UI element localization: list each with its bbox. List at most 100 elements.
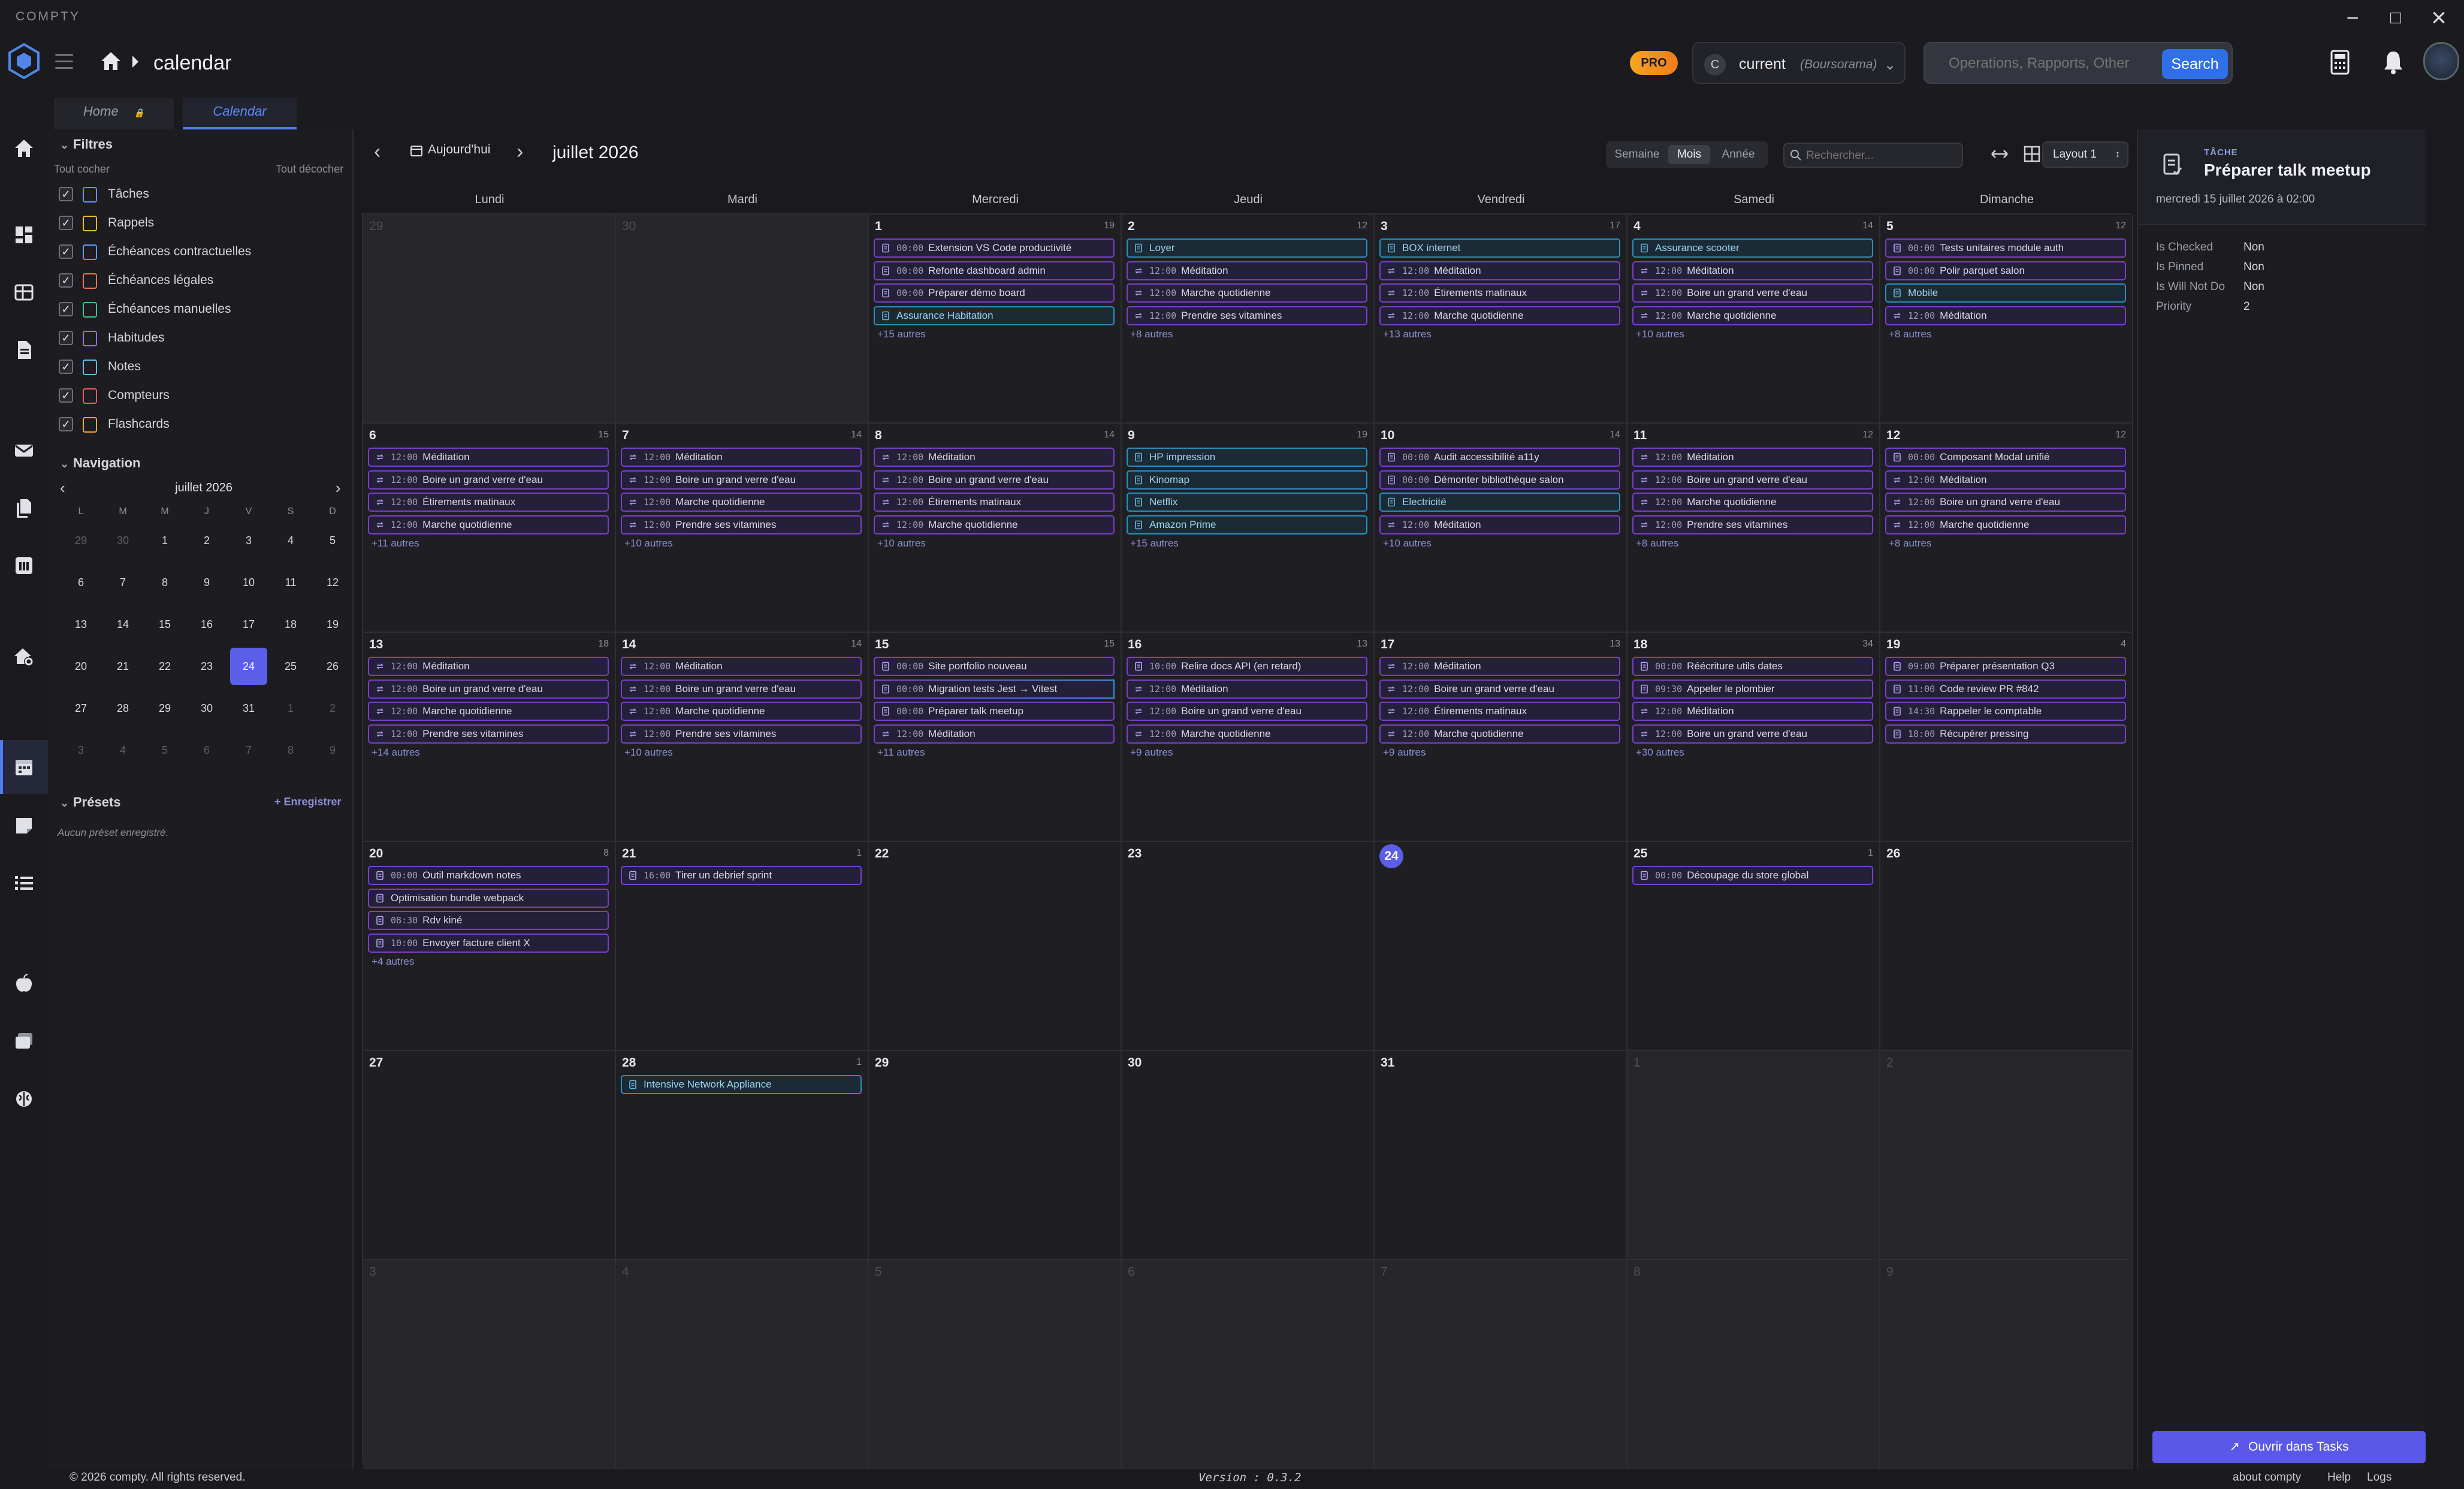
calendar-event[interactable]: 12:00 Marche quotidienne bbox=[368, 702, 609, 721]
day-cell[interactable]: 14 14 12:00 Méditation 12:00 Boire un grand v… bbox=[616, 633, 869, 842]
calendar-event[interactable]: 00:00 Extension VS Code productivité bbox=[874, 238, 1115, 258]
day-cell[interactable]: 7 bbox=[1375, 1260, 1627, 1469]
calendar-event[interactable]: 12:00 Prendre ses vitamines bbox=[1632, 515, 1873, 534]
day-cell[interactable]: 3 17 BOX internet 12:00 Méditation 12:00 Étire… bbox=[1375, 215, 1627, 424]
day-cell[interactable]: 30 bbox=[616, 215, 869, 424]
calendar-event[interactable]: HP impression bbox=[1127, 448, 1367, 467]
day-cell[interactable]: 30 bbox=[1122, 1051, 1375, 1260]
calendar-event[interactable]: 00:00 Outil markdown notes bbox=[368, 866, 609, 885]
more-events-link[interactable]: +10 autres bbox=[624, 747, 673, 759]
day-cell[interactable]: 15 15 00:00 Site portfolio nouveau 00:00 Migr… bbox=[869, 633, 1122, 842]
day-cell[interactable]: 28 1 Intensive Network Appliance bbox=[616, 1051, 869, 1260]
more-events-link[interactable]: +11 autres bbox=[372, 537, 419, 549]
filter-checkbox[interactable]: ✓ bbox=[59, 302, 73, 316]
calendar-event[interactable]: 00:00 Découpage du store global bbox=[1632, 866, 1873, 885]
calendar-event[interactable]: 12:00 Méditation bbox=[1632, 702, 1873, 721]
calendar-event[interactable]: Optimisation bundle webpack bbox=[368, 888, 609, 908]
dashboard-icon[interactable] bbox=[13, 224, 35, 246]
next-month-button[interactable]: › bbox=[517, 140, 523, 164]
calendar-event[interactable]: 12:00 Étirements matinaux bbox=[874, 493, 1115, 512]
calendar-event[interactable]: 12:00 Méditation bbox=[874, 724, 1115, 744]
calendar-event[interactable]: 12:00 Marche quotidienne bbox=[621, 702, 862, 721]
calendar-event[interactable]: Loyer bbox=[1127, 238, 1367, 258]
day-cell[interactable]: 1 19 00:00 Extension VS Code productivité 00… bbox=[869, 215, 1122, 424]
calendar-event[interactable]: 12:00 Méditation bbox=[1632, 448, 1873, 467]
user-avatar[interactable] bbox=[2423, 42, 2459, 80]
day-cell[interactable]: 2 bbox=[1880, 1051, 2133, 1260]
mini-day[interactable]: 12 bbox=[314, 564, 351, 601]
calendar-event[interactable]: 12:00 Méditation bbox=[874, 448, 1115, 467]
mini-day[interactable]: 1 bbox=[146, 522, 183, 559]
calendar-icon[interactable] bbox=[13, 756, 35, 778]
more-events-link[interactable]: +15 autres bbox=[877, 328, 926, 340]
mini-day[interactable]: 3 bbox=[62, 732, 99, 769]
day-cell[interactable]: 3 bbox=[363, 1260, 616, 1469]
mini-day[interactable]: 4 bbox=[104, 732, 141, 769]
mini-day[interactable]: 5 bbox=[314, 522, 351, 559]
more-events-link[interactable]: +4 autres bbox=[372, 956, 414, 968]
calendar-event[interactable]: 12:00 Boire un grand verre d'eau bbox=[621, 470, 862, 490]
brain-icon[interactable] bbox=[13, 1088, 35, 1110]
calendar-event[interactable]: 12:00 Marche quotidienne bbox=[368, 515, 609, 534]
calendar-event[interactable]: 12:00 Méditation bbox=[1127, 679, 1367, 699]
day-cell[interactable]: 16 13 10:00 Relire docs API (en retard) 12:0… bbox=[1122, 633, 1375, 842]
day-cell[interactable]: 29 bbox=[363, 215, 616, 424]
day-cell[interactable]: 20 8 00:00 Outil markdown notes Optimisation… bbox=[363, 842, 616, 1051]
files-icon[interactable] bbox=[13, 497, 35, 519]
open-in-tasks-button[interactable]: ↗ Ouvrir dans Tasks bbox=[2152, 1431, 2426, 1463]
calendar-event[interactable]: 00:00 Site portfolio nouveau bbox=[874, 657, 1115, 676]
mini-day[interactable]: 20 bbox=[62, 648, 99, 685]
more-events-link[interactable]: +10 autres bbox=[1383, 537, 1432, 549]
mini-day[interactable]: 13 bbox=[62, 606, 99, 643]
mini-day[interactable]: 16 bbox=[188, 606, 225, 643]
apple-icon[interactable] bbox=[13, 973, 35, 995]
calendar-event[interactable]: 12:00 Marche quotidienne bbox=[1632, 306, 1873, 325]
filter-row[interactable]: ✓ Échéances légales bbox=[59, 268, 346, 292]
mini-day-selected[interactable]: 24 bbox=[230, 648, 267, 685]
mini-day[interactable]: 3 bbox=[230, 522, 267, 559]
mini-day[interactable]: 2 bbox=[188, 522, 225, 559]
mini-day[interactable]: 10 bbox=[230, 564, 267, 601]
checklist-icon[interactable] bbox=[13, 872, 35, 894]
day-cell[interactable]: 9 19 HP impression Kinomap Netflix Amazon Pri… bbox=[1122, 424, 1375, 633]
mini-day[interactable]: 17 bbox=[230, 606, 267, 643]
mini-day[interactable]: 9 bbox=[314, 732, 351, 769]
global-search-input[interactable] bbox=[1949, 52, 2162, 75]
more-events-link[interactable]: +30 autres bbox=[1636, 747, 1684, 759]
more-events-link[interactable]: +13 autres bbox=[1383, 328, 1432, 340]
calendar-event[interactable]: 10:00 Relire docs API (en retard) bbox=[1127, 657, 1367, 676]
filter-row[interactable]: ✓ Échéances contractuelles bbox=[59, 240, 346, 264]
day-cell[interactable]: 5 bbox=[869, 1260, 1122, 1469]
more-events-link[interactable]: +11 autres bbox=[877, 747, 925, 759]
app-logo[interactable] bbox=[8, 43, 40, 79]
day-cell[interactable]: 17 13 12:00 Méditation 12:00 Boire un grand v… bbox=[1375, 633, 1627, 842]
calendar-event[interactable]: 12:00 Marche quotidienne bbox=[874, 515, 1115, 534]
calendar-event[interactable]: 12:00 Boire un grand verre d'eau bbox=[368, 679, 609, 699]
calendar-event[interactable]: 12:00 Méditation bbox=[1885, 306, 2126, 325]
calendar-event[interactable]: 00:00 Préparer talk meetup bbox=[874, 702, 1115, 721]
calendar-event[interactable]: Kinomap bbox=[1127, 470, 1367, 490]
mini-day[interactable]: 11 bbox=[272, 564, 309, 601]
uncheck-all-link[interactable]: Tout décocher bbox=[276, 163, 343, 176]
presets-section-toggle[interactable]: ⌄ Présets bbox=[60, 795, 121, 810]
mini-day[interactable]: 8 bbox=[146, 564, 183, 601]
calendar-event[interactable]: 12:00 Marche quotidienne bbox=[1379, 724, 1620, 744]
day-cell[interactable]: 9 bbox=[1880, 1260, 2133, 1469]
calendar-event[interactable]: 12:00 Étirements matinaux bbox=[1379, 283, 1620, 303]
more-events-link[interactable]: +8 autres bbox=[1889, 537, 1931, 549]
day-cell[interactable]: 19 4 09:00 Préparer présentation Q3 11:00 Cod… bbox=[1880, 633, 2133, 842]
calendar-event[interactable]: 12:00 Méditation bbox=[621, 657, 862, 676]
calculator-icon[interactable] bbox=[2330, 49, 2350, 75]
calendar-event[interactable]: 12:00 Marche quotidienne bbox=[621, 493, 862, 512]
mini-day[interactable]: 30 bbox=[104, 522, 141, 559]
day-cell[interactable]: 27 bbox=[363, 1051, 616, 1260]
calendar-event[interactable]: 12:00 Méditation bbox=[368, 657, 609, 676]
calendar-event[interactable]: 12:00 Marche quotidienne bbox=[1885, 515, 2126, 534]
calendar-event[interactable]: 12:00 Prendre ses vitamines bbox=[621, 724, 862, 744]
expand-horizontal-icon[interactable] bbox=[1989, 144, 2010, 164]
home-icon[interactable] bbox=[99, 50, 122, 72]
calendar-event[interactable]: 14:30 Rappeler le comptable bbox=[1885, 702, 2126, 721]
mini-day[interactable]: 31 bbox=[230, 690, 267, 727]
day-cell[interactable]: 7 14 12:00 Méditation 12:00 Boire un grand ve… bbox=[616, 424, 869, 633]
calendar-event[interactable]: 11:00 Code review PR #842 bbox=[1885, 679, 2126, 699]
